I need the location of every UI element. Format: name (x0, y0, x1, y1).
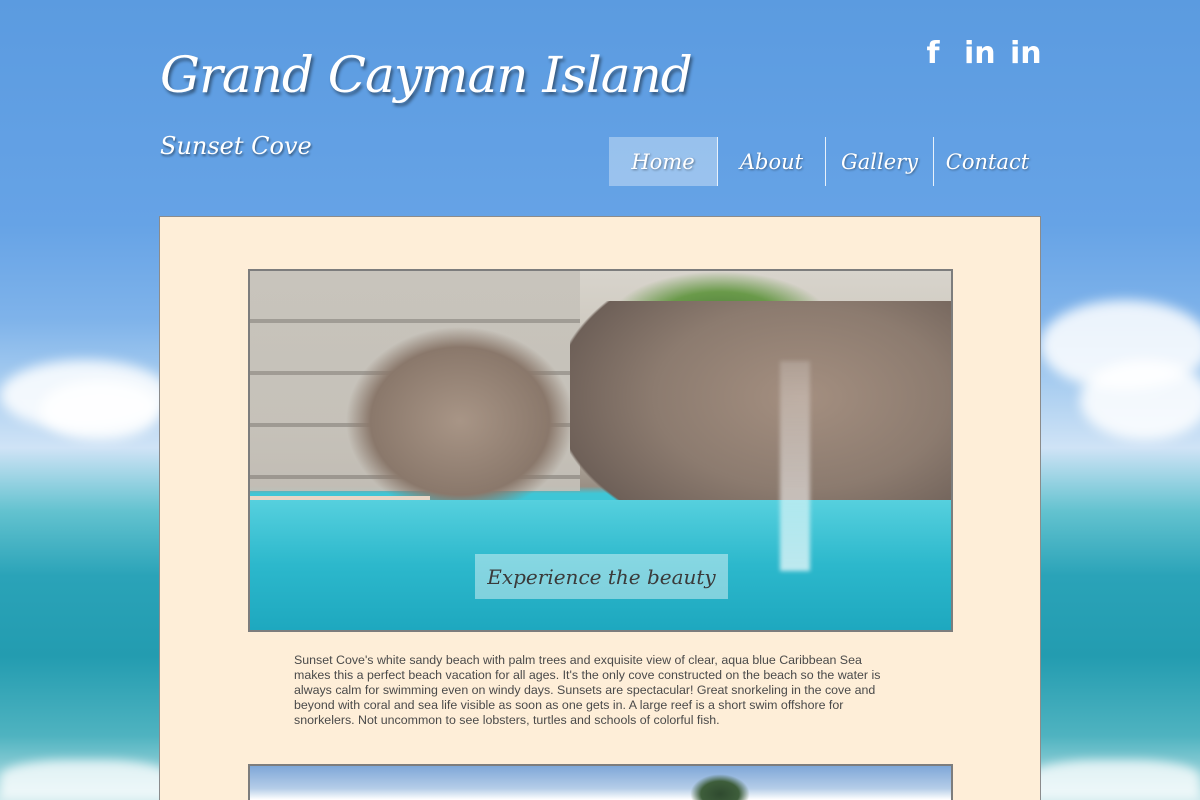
cloud-decor (40, 380, 160, 440)
nav-item-about[interactable]: About (717, 137, 825, 186)
cloud-decor (1080, 360, 1200, 440)
description-text: Sunset Cove's white sandy beach with pal… (294, 653, 881, 727)
main-nav: Home About Gallery Contact (609, 137, 1041, 186)
linkedin-icon[interactable]: in (964, 34, 996, 74)
hero-slideshow[interactable]: Experience the beauty (248, 269, 953, 632)
nav-item-gallery[interactable]: Gallery (825, 137, 933, 186)
nav-item-home[interactable]: Home (609, 137, 717, 186)
gallery-photo (248, 764, 953, 800)
hero-image-waterfall (780, 361, 810, 571)
site-title[interactable]: Grand Cayman Island (160, 46, 693, 104)
site-subtitle: Sunset Cove (160, 132, 312, 160)
hero-image-rocks (345, 326, 575, 516)
nav-item-contact[interactable]: Contact (933, 137, 1041, 186)
content-panel: Experience the beauty Sunset Cove's whit… (159, 216, 1041, 800)
wave-foam-decor (1030, 760, 1200, 800)
hero-caption: Experience the beauty (475, 554, 728, 599)
palm-tree-decor (690, 774, 750, 800)
linkedin-icon[interactable]: in (1010, 34, 1042, 74)
facebook-icon[interactable]: f (918, 34, 948, 74)
wave-foam-decor (0, 760, 170, 800)
social-links: f in in (918, 34, 1042, 74)
